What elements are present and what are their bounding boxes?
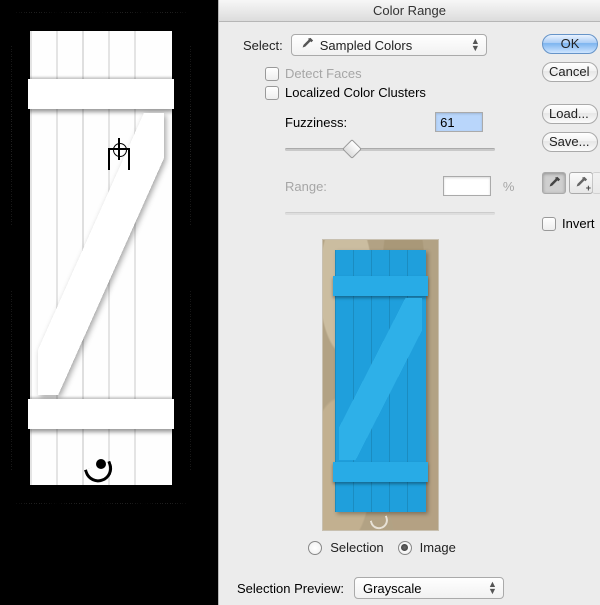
checkbox-icon: [265, 67, 279, 81]
select-value: Sampled Colors: [320, 38, 413, 53]
shutter-hook: [86, 459, 116, 481]
cancel-button[interactable]: Cancel: [542, 62, 598, 82]
localized-clusters-label: Localized Color Clusters: [285, 85, 426, 100]
eyedropper-tool[interactable]: [542, 172, 566, 194]
selection-preview-value: Grayscale: [363, 581, 422, 596]
detect-faces-label: Detect Faces: [285, 66, 362, 81]
checkbox-icon: [542, 217, 556, 231]
selection-preview-label: Selection Preview:: [237, 581, 344, 596]
image-radio-label: Image: [420, 540, 456, 555]
select-label: Select:: [243, 38, 283, 53]
grayscale-preview: [12, 13, 190, 503]
eyedropper-add-tool[interactable]: +: [569, 172, 593, 194]
ok-button[interactable]: OK: [542, 34, 598, 54]
selection-marquee: [11, 12, 191, 504]
shutter-z-brace: [38, 113, 164, 395]
selection-preview-dropdown[interactable]: Grayscale ▲▼: [354, 577, 504, 599]
preview-mode-selection[interactable]: Selection: [308, 540, 383, 555]
plus-icon: +: [586, 183, 591, 193]
range-input: [443, 176, 491, 196]
invert-checkbox[interactable]: Invert: [542, 216, 595, 231]
select-dropdown[interactable]: Sampled Colors ▲▼: [291, 34, 487, 56]
radio-icon: [308, 541, 322, 555]
fuzziness-label: Fuzziness:: [285, 115, 347, 130]
fuzziness-input[interactable]: [435, 112, 483, 132]
save-button[interactable]: Save...: [542, 132, 598, 152]
shutter-rail-top: [28, 79, 174, 109]
checkbox-icon: [265, 86, 279, 100]
chevron-up-down-icon: ▲▼: [488, 581, 497, 595]
radio-icon: [398, 541, 412, 555]
preview-mode-image[interactable]: Image: [398, 540, 456, 555]
preview-image[interactable]: [323, 240, 438, 530]
range-unit: %: [503, 179, 515, 194]
chevron-up-down-icon: ▲▼: [471, 38, 480, 52]
invert-label: Invert: [562, 216, 595, 231]
shutter-mask: [30, 31, 172, 485]
eyedropper-icon: [547, 176, 561, 190]
color-range-dialog: Color Range Select: Sampled Colors ▲▼ De…: [218, 0, 600, 605]
fuzziness-slider[interactable]: [285, 144, 495, 158]
eyedropper-icon: [300, 37, 314, 54]
shutter-rail-bottom: [28, 399, 174, 429]
document-canvas[interactable]: [0, 0, 218, 605]
dialog-titlebar[interactable]: Color Range: [219, 0, 600, 22]
range-label: Range:: [285, 179, 327, 194]
preview-area[interactable]: [305, 240, 455, 530]
selection-radio-label: Selection: [330, 540, 383, 555]
eyedropper-subtract-tool[interactable]: [592, 172, 600, 194]
load-button[interactable]: Load...: [542, 104, 598, 124]
dialog-title: Color Range: [373, 3, 446, 18]
range-slider: [285, 208, 495, 222]
slider-thumb[interactable]: [342, 139, 362, 159]
